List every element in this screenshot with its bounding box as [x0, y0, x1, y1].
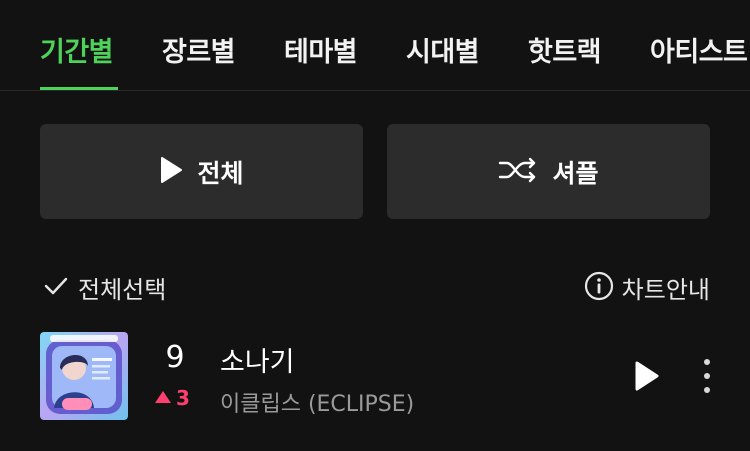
- tab-artist[interactable]: 아티스트: [650, 30, 748, 69]
- tab-era[interactable]: 시대별: [406, 30, 480, 69]
- rank-change-value: 3: [176, 386, 190, 410]
- play-all-label: 전체: [197, 158, 244, 188]
- song-more-button[interactable]: [700, 358, 714, 398]
- chart-info-button[interactable]: 차트안내: [584, 270, 710, 305]
- rank-number: 9: [165, 340, 185, 375]
- chart-info-label: 차트안내: [621, 276, 710, 304]
- rank-up-triangle-icon: [154, 389, 172, 408]
- info-icon: [584, 271, 614, 305]
- more-vertical-icon: [700, 359, 714, 398]
- play-all-button[interactable]: 전체: [40, 124, 363, 219]
- tab-hot-track[interactable]: 핫트랙: [528, 30, 602, 69]
- shuffle-button[interactable]: 셔플: [387, 124, 710, 219]
- select-all-label: 전체선택: [78, 276, 167, 304]
- song-artist[interactable]: 이클립스 (ECLIPSE): [220, 386, 414, 418]
- song-row[interactable]: 9 3 소나기 이클립스 (ECLIPSE): [40, 332, 710, 420]
- song-title[interactable]: 소나기: [220, 340, 295, 379]
- tab-period[interactable]: 기간별: [40, 30, 114, 69]
- check-icon: [44, 276, 68, 300]
- play-icon: [632, 361, 660, 396]
- song-play-button[interactable]: [632, 360, 660, 396]
- album-art-image[interactable]: [40, 332, 128, 420]
- rank-change-indicator: 3: [154, 386, 190, 410]
- shuffle-icon: [498, 157, 538, 187]
- select-all-toggle[interactable]: 전체선택: [44, 270, 166, 305]
- tab-genre[interactable]: 장르별: [162, 30, 236, 69]
- active-tab-indicator: [40, 87, 118, 90]
- shuffle-label: 셔플: [552, 158, 599, 188]
- chart-category-tabs: 기간별 장르별 테마별 시대별 핫트랙 아티스트: [0, 0, 750, 91]
- play-icon: [159, 156, 183, 188]
- tab-theme[interactable]: 테마별: [284, 30, 358, 69]
